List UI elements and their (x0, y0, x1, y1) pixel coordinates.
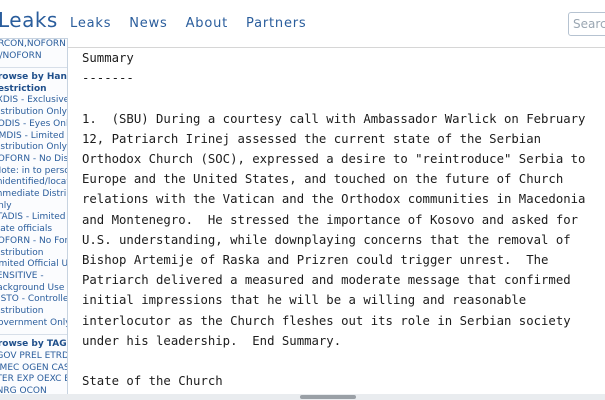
cable-text: Summary ------- 1. (SBU) During a courtes… (70, 48, 605, 391)
nav-link-leaks[interactable]: Leaks (70, 16, 111, 31)
tag-link[interactable]: PTER EXP OEXC EAID (0, 374, 67, 386)
sidebar-link[interactable]: NOFORN - No Distribution (0, 154, 67, 166)
site-logo[interactable]: Leaks (0, 8, 58, 32)
sidebar-link[interactable]: NOFORN - No Foreign (0, 236, 67, 248)
sidebar-link[interactable]: T//NOFORN (0, 51, 67, 63)
sidebar-link[interactable]: DISTO - Controlled (0, 294, 67, 306)
tags-heading: Browse by TAGS (0, 339, 67, 350)
sidebar-link[interactable]: State officials (0, 224, 67, 236)
paragraph-line: initial impressions that he will be a wi… (82, 293, 527, 308)
sidebar-link[interactable]: Distribution Only (0, 142, 67, 154)
site-header: Leaks Leaks News About Partners (0, 0, 605, 48)
paragraph-line: Orthodox Church (SOC), expressed a desir… (82, 152, 586, 167)
nav-link-about[interactable]: About (186, 16, 228, 31)
sidebar-link[interactable]: Immediate Distribution (0, 189, 67, 201)
sidebar-link[interactable]: Distribution (0, 306, 67, 318)
paragraph-line: Patriarch delivered a measured and moder… (82, 273, 571, 288)
sidebar-link[interactable]: Limited Official Use (0, 259, 67, 271)
tags-list: PGOV PREL ETRDKIMEC OGEN CASCPTER EXP OE… (0, 351, 67, 398)
summary-rule: ------- (82, 71, 134, 86)
paragraph-line: under his leadership. End Summary. (82, 333, 342, 348)
paragraph-line: 1. (SBU) During a courtesy call with Amb… (82, 111, 586, 126)
sidebar-link[interactable]: Government Only (0, 318, 67, 330)
sidebar-link[interactable]: NODIS - Eyes Only (0, 119, 67, 131)
paragraph-line: 12, Patriarch Irinej assessed the curren… (82, 131, 542, 146)
tag-link[interactable]: PGOV PREL ETRD (0, 351, 67, 363)
search-input[interactable] (568, 12, 605, 36)
section-heading: State of the Church (82, 374, 223, 389)
sidebar-link[interactable]: Distribution Only (0, 107, 67, 119)
sidebar-link[interactable]: SENSITIVE - (0, 271, 67, 283)
tag-link[interactable]: KIMEC OGEN CASC (0, 363, 67, 375)
summary-paragraph: 1. (SBU) During a courtesy call with Amb… (82, 109, 605, 351)
nav-link-partners[interactable]: Partners (246, 16, 306, 31)
sidebar-link[interactable]: Distribution (0, 248, 67, 260)
sidebar-link[interactable]: EXDIS - Exclusive (0, 95, 67, 107)
paragraph-line: U.S. understanding, while downplaying co… (82, 232, 571, 247)
cable-body: Summary ------- 1. (SBU) During a courtes… (70, 48, 605, 400)
handling-heading: Browse by Handling (0, 72, 67, 83)
main-nav: Leaks News About Partners (70, 16, 306, 31)
scrollbar-thumb[interactable] (300, 395, 356, 399)
sidebar-link[interactable]: unidentified/located) (0, 177, 67, 189)
sidebar-divider (0, 334, 67, 336)
paragraph-line: Bishop Artemije of Raska and Prizren cou… (82, 253, 549, 268)
sidebar: ORCON,NOFORN T//NOFORN Browse by Handlin… (0, 38, 68, 400)
sidebar-link[interactable]: STADIS - Limited to (0, 212, 67, 224)
sidebar-link[interactable]: LIMDIS - Limited (0, 131, 67, 143)
handling-list: EXDIS - ExclusiveDistribution OnlyNODIS … (0, 95, 67, 329)
paragraph-line: and Montenegro. He stressed the importan… (82, 212, 579, 227)
sidebar-link[interactable]: ORCON,NOFORN (0, 39, 67, 51)
summary-heading: Summary (82, 51, 134, 65)
horizontal-scrollbar[interactable] (0, 394, 605, 400)
nav-link-news[interactable]: News (129, 16, 167, 31)
sidebar-link[interactable]: Background Use Only (0, 283, 67, 295)
paragraph-line: interlocutor as the Church fleshes out i… (82, 313, 571, 328)
handling-heading: Restriction (0, 83, 47, 94)
sidebar-link[interactable]: Only (0, 201, 67, 213)
sidebar-link[interactable]: (Note: in to persons (0, 166, 67, 178)
paragraph-line: relations with the Vatican and the Ortho… (82, 192, 586, 207)
paragraph-line: Europe and the United States, and touche… (82, 172, 564, 187)
sidebar-divider (0, 67, 67, 69)
